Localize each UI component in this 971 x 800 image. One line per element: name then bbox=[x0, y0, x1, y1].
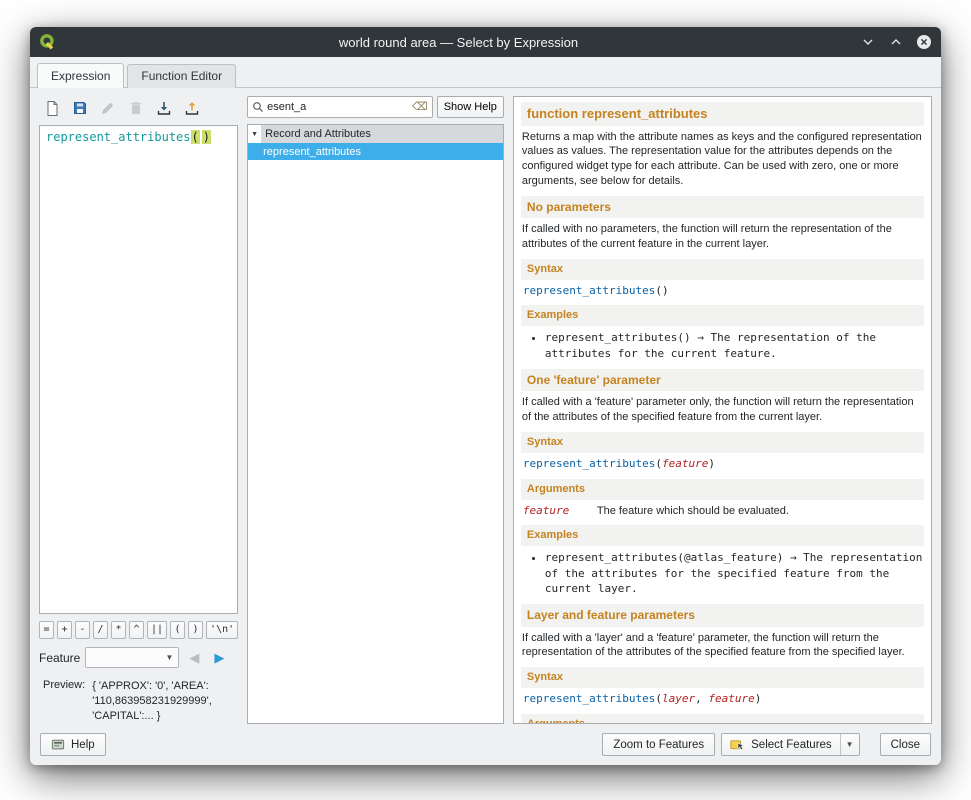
search-box[interactable]: ⌫ bbox=[247, 96, 433, 118]
feature-combobox[interactable]: ▼ bbox=[85, 647, 179, 668]
function-tree: ▼ Record and Attributes represent_attrib… bbox=[247, 124, 504, 724]
tab-function-editor[interactable]: Function Editor bbox=[127, 64, 236, 88]
help-icon bbox=[51, 738, 65, 752]
new-expression-button[interactable] bbox=[39, 96, 64, 119]
examples-list: represent_attributes() → The representat… bbox=[545, 330, 924, 361]
search-row: ⌫ Show Help bbox=[247, 96, 504, 118]
help-subheading: Examples bbox=[521, 525, 924, 546]
function-list-panel: ⌫ Show Help ▼ Record and Attributes repr… bbox=[247, 96, 504, 724]
zoom-to-features-button[interactable]: Zoom to Features bbox=[602, 733, 715, 756]
next-feature-button[interactable]: ▶ bbox=[209, 648, 229, 668]
argument-name: feature bbox=[523, 504, 581, 519]
window-title: world round area — Select by Expression bbox=[63, 35, 854, 50]
help-panel: function represent_attributes Returns a … bbox=[513, 96, 932, 724]
help-section-heading: One 'feature' parameter bbox=[521, 369, 924, 391]
minimize-button[interactable] bbox=[860, 34, 876, 50]
clear-search-icon[interactable]: ⌫ bbox=[412, 102, 428, 113]
close-dialog-button[interactable]: Close bbox=[880, 733, 931, 756]
search-input[interactable] bbox=[267, 101, 409, 113]
zoom-to-features-label: Zoom to Features bbox=[613, 739, 704, 751]
help-subheading: Examples bbox=[521, 305, 924, 326]
expander-icon[interactable]: ▼ bbox=[248, 131, 261, 138]
tree-group-record-and-attributes[interactable]: ▼ Record and Attributes bbox=[248, 125, 503, 143]
select-features-button[interactable]: Select Features ▼ bbox=[721, 733, 859, 756]
argument-description: The feature which should be evaluated. bbox=[597, 504, 789, 519]
examples-list: represent_attributes(@atlas_feature) → T… bbox=[545, 550, 924, 596]
search-icon bbox=[252, 101, 264, 113]
help-button[interactable]: Help bbox=[40, 733, 106, 756]
tab-bar: Expression Function Editor bbox=[30, 57, 941, 88]
maximize-button[interactable] bbox=[888, 34, 904, 50]
operator-button-2[interactable]: - bbox=[75, 621, 90, 639]
syntax-code: represent_attributes() bbox=[523, 284, 922, 299]
example-item: represent_attributes() → The representat… bbox=[545, 330, 924, 361]
operator-button-3[interactable]: / bbox=[93, 621, 108, 639]
help-subheading: Syntax bbox=[521, 259, 924, 280]
operator-button-4[interactable]: * bbox=[111, 621, 126, 639]
save-expression-button[interactable] bbox=[67, 96, 92, 119]
feature-label: Feature bbox=[39, 651, 80, 665]
expression-toolbar bbox=[39, 96, 238, 119]
help-section-heading: No parameters bbox=[521, 196, 924, 218]
expression-close-paren: ) bbox=[202, 130, 211, 144]
tree-group-label: Record and Attributes bbox=[261, 125, 503, 143]
show-help-button[interactable]: Show Help bbox=[437, 96, 504, 118]
expression-open-paren: ( bbox=[191, 130, 200, 144]
operator-button-9[interactable]: '\n' bbox=[206, 621, 238, 639]
example-item: represent_attributes(@atlas_feature) → T… bbox=[545, 550, 924, 596]
arguments-table: feature The feature which should be evalu… bbox=[523, 504, 922, 519]
chevron-down-icon: ▼ bbox=[165, 653, 173, 662]
dialog-content: represent_attributes() =+-/*^||()'\n' Fe… bbox=[30, 88, 941, 730]
help-paragraph: If called with a 'layer' and a 'feature'… bbox=[522, 631, 923, 661]
close-dialog-label: Close bbox=[891, 739, 920, 751]
select-features-icon bbox=[730, 738, 745, 751]
previous-feature-button[interactable]: ◀ bbox=[184, 648, 204, 668]
operator-button-1[interactable]: + bbox=[57, 621, 72, 639]
operator-button-7[interactable]: ( bbox=[170, 621, 185, 639]
close-button[interactable] bbox=[916, 34, 932, 50]
help-paragraph: Returns a map with the attribute names a… bbox=[522, 130, 923, 189]
help-button-label: Help bbox=[71, 739, 95, 751]
operator-button-5[interactable]: ^ bbox=[129, 621, 144, 639]
export-expressions-button[interactable] bbox=[179, 96, 204, 119]
select-features-dropdown-arrow[interactable]: ▼ bbox=[840, 734, 859, 755]
help-title: function represent_attributes bbox=[521, 102, 924, 126]
expression-editor[interactable]: represent_attributes() bbox=[39, 125, 238, 614]
import-expressions-button[interactable] bbox=[151, 96, 176, 119]
syntax-code: represent_attributes(layer, feature) bbox=[523, 692, 922, 707]
operator-button-0[interactable]: = bbox=[39, 621, 54, 639]
tree-item-represent_attributes[interactable]: represent_attributes bbox=[248, 143, 503, 160]
operator-button-8[interactable]: ) bbox=[188, 621, 203, 639]
help-subheading: Arguments bbox=[521, 714, 924, 724]
expression-panel: represent_attributes() =+-/*^||()'\n' Fe… bbox=[39, 96, 238, 724]
expression-code-function: represent_attributes bbox=[46, 130, 191, 144]
tab-expression[interactable]: Expression bbox=[37, 63, 124, 88]
help-paragraph: If called with a 'feature' parameter onl… bbox=[522, 395, 923, 425]
dialog-footer: Help Zoom to Features Select Features ▼ … bbox=[30, 730, 941, 765]
qgis-logo-icon bbox=[39, 33, 57, 51]
help-subheading: Syntax bbox=[521, 432, 924, 453]
help-section-heading: Layer and feature parameters bbox=[521, 604, 924, 626]
help-column: function represent_attributes Returns a … bbox=[513, 96, 932, 724]
help-subheading: Syntax bbox=[521, 667, 924, 688]
help-paragraph: If called with no parameters, the functi… bbox=[522, 222, 923, 252]
delete-expression-button[interactable] bbox=[123, 96, 148, 119]
titlebar[interactable]: world round area — Select by Expression bbox=[30, 27, 941, 57]
tree-items: represent_attributes bbox=[248, 143, 503, 160]
edit-expression-button[interactable] bbox=[95, 96, 120, 119]
select-features-label: Select Features bbox=[751, 739, 832, 751]
preview-row: Preview: { 'APPROX': '0', 'AREA': '110,8… bbox=[39, 679, 238, 724]
syntax-code: represent_attributes(feature) bbox=[523, 457, 922, 472]
help-subheading: Arguments bbox=[521, 479, 924, 500]
select-by-expression-dialog: world round area — Select by Expression … bbox=[30, 27, 941, 765]
operator-button-6[interactable]: || bbox=[147, 621, 167, 639]
help-content: Returns a map with the attribute names a… bbox=[521, 130, 924, 724]
operator-row: =+-/*^||()'\n' bbox=[39, 621, 238, 639]
preview-value: { 'APPROX': '0', 'AREA': '110,8639582319… bbox=[92, 679, 227, 724]
preview-label: Preview: bbox=[43, 679, 85, 691]
feature-row: Feature ▼ ◀ ▶ bbox=[39, 647, 238, 668]
